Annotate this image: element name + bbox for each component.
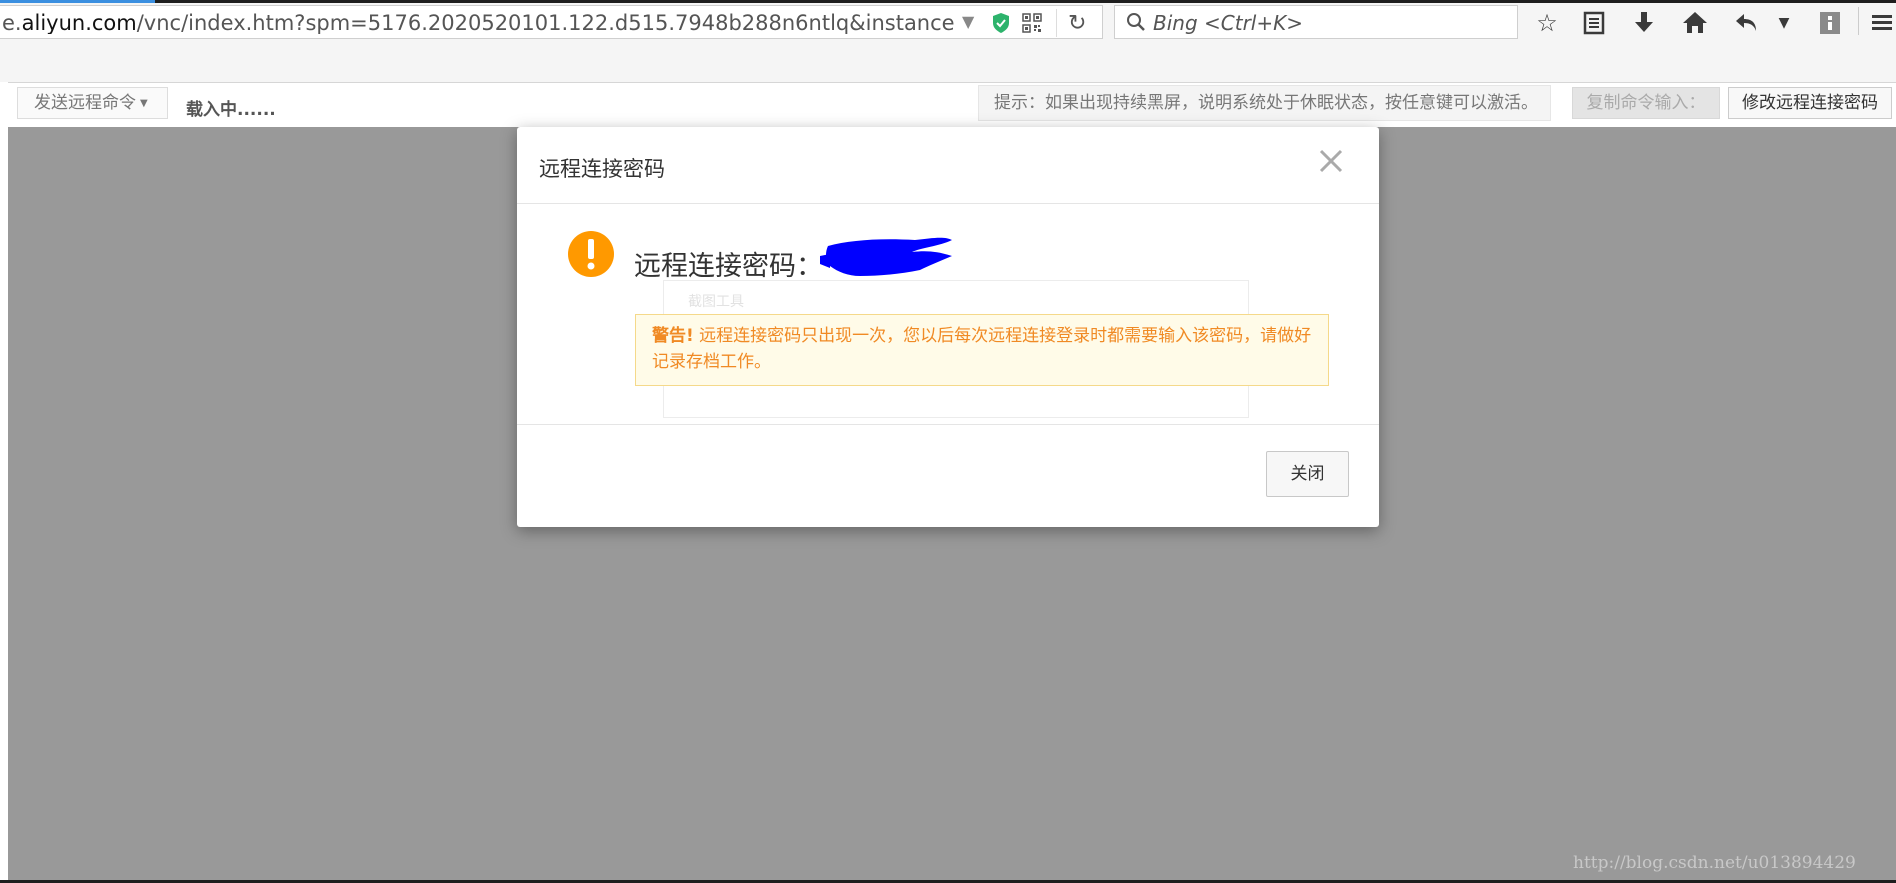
watermark: http://blog.csdn.net/u013894429 — [1573, 853, 1856, 873]
password-label: 远程连接密码： — [634, 251, 823, 282]
close-button[interactable]: 关闭 — [1266, 451, 1349, 497]
reload-icon[interactable]: ↻ — [1068, 11, 1086, 36]
send-remote-command-button[interactable]: 发送远程命令 ▼ — [17, 87, 168, 119]
search-bar[interactable]: Bing <Ctrl+K> — [1114, 5, 1518, 39]
change-remote-password-button[interactable]: 修改远程连接密码 — [1728, 87, 1892, 119]
warning-alert: 警告! 远程连接密码只出现一次，您以后每次远程连接登录时都需要输入该密码，请做好… — [635, 314, 1329, 386]
reading-list-icon[interactable] — [1580, 9, 1608, 37]
dialog-title: 远程连接密码 — [539, 157, 665, 181]
menu-icon[interactable] — [1868, 9, 1896, 37]
dialog-footer: 关闭 — [517, 424, 1379, 528]
search-placeholder: Bing <Ctrl+K> — [1153, 11, 1303, 35]
browser-chrome: e.aliyun.com/vnc/index.htm?spm=5176.2020… — [0, 3, 1896, 83]
url-prefix: e. — [2, 12, 22, 34]
shield-icon[interactable] — [991, 12, 1011, 34]
chevron-down-icon[interactable]: ▼ — [1770, 9, 1798, 37]
home-icon[interactable] — [1681, 9, 1709, 37]
download-icon[interactable] — [1630, 9, 1658, 37]
qr-code-icon[interactable] — [1022, 13, 1042, 33]
dialog-header: 远程连接密码 — [517, 127, 1379, 204]
copy-command-input-button[interactable]: 复制命令输入： — [1572, 87, 1720, 119]
hint-text: 提示：如果出现持续黑屏，说明系统处于休眠状态，按任意键可以激活。 — [978, 85, 1551, 121]
send-command-label: 发送远程命令 — [34, 93, 136, 113]
url-dropdown-icon[interactable]: ▼ — [962, 12, 974, 31]
caret-down-icon: ▼ — [140, 98, 148, 109]
url-text[interactable]: e.aliyun.com/vnc/index.htm?spm=5176.2020… — [2, 12, 954, 34]
dialog-body: 截图工具 远程连接密码： 警告! 远程连接密码只出现一次，您以后每次远程连接登录… — [517, 204, 1379, 420]
warning-icon — [568, 231, 614, 277]
url-host: aliyun.com — [21, 12, 137, 34]
url-path: /vnc/index.htm?spm=5176.2020520101.122.d… — [136, 12, 954, 34]
back-icon[interactable] — [1733, 9, 1761, 37]
remote-password-dialog: 远程连接密码 截图工具 远程连接密码： 警告! 远程连接密码只出现一次，您以后每… — [517, 127, 1379, 527]
address-bar[interactable]: e.aliyun.com/vnc/index.htm?spm=5176.2020… — [0, 5, 1103, 39]
star-icon[interactable]: ☆ — [1533, 9, 1561, 37]
left-margin — [0, 82, 8, 883]
address-bar-divider — [1056, 9, 1057, 37]
close-icon[interactable] — [1311, 141, 1351, 181]
extension-icon[interactable] — [1816, 9, 1844, 37]
ghost-overlay-text: 截图工具 — [688, 294, 744, 310]
warning-message: 远程连接密码只出现一次，您以后每次远程连接登录时都需要输入该密码，请做好记录存档… — [652, 326, 1312, 372]
vnc-toolbar: 发送远程命令 ▼ 载入中...... 提示：如果出现持续黑屏，说明系统处于休眠状态… — [0, 83, 1896, 127]
loading-status: 载入中...... — [186, 100, 276, 120]
search-icon — [1127, 13, 1145, 31]
warning-strong: 警告! — [652, 326, 694, 346]
toolbar-divider — [1858, 7, 1859, 35]
redacted-password-scribble — [820, 237, 952, 276]
